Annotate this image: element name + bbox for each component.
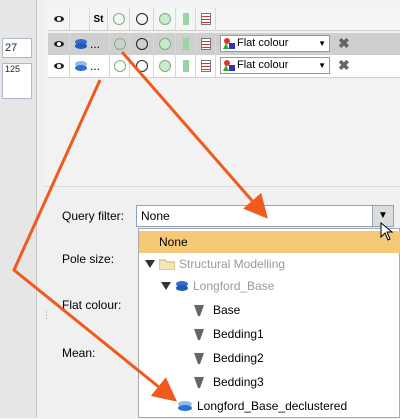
arrow-to-declustered [12, 79, 178, 402]
annotation-arrows [12, 51, 268, 402]
arrow-to-query-filter [120, 51, 268, 219]
